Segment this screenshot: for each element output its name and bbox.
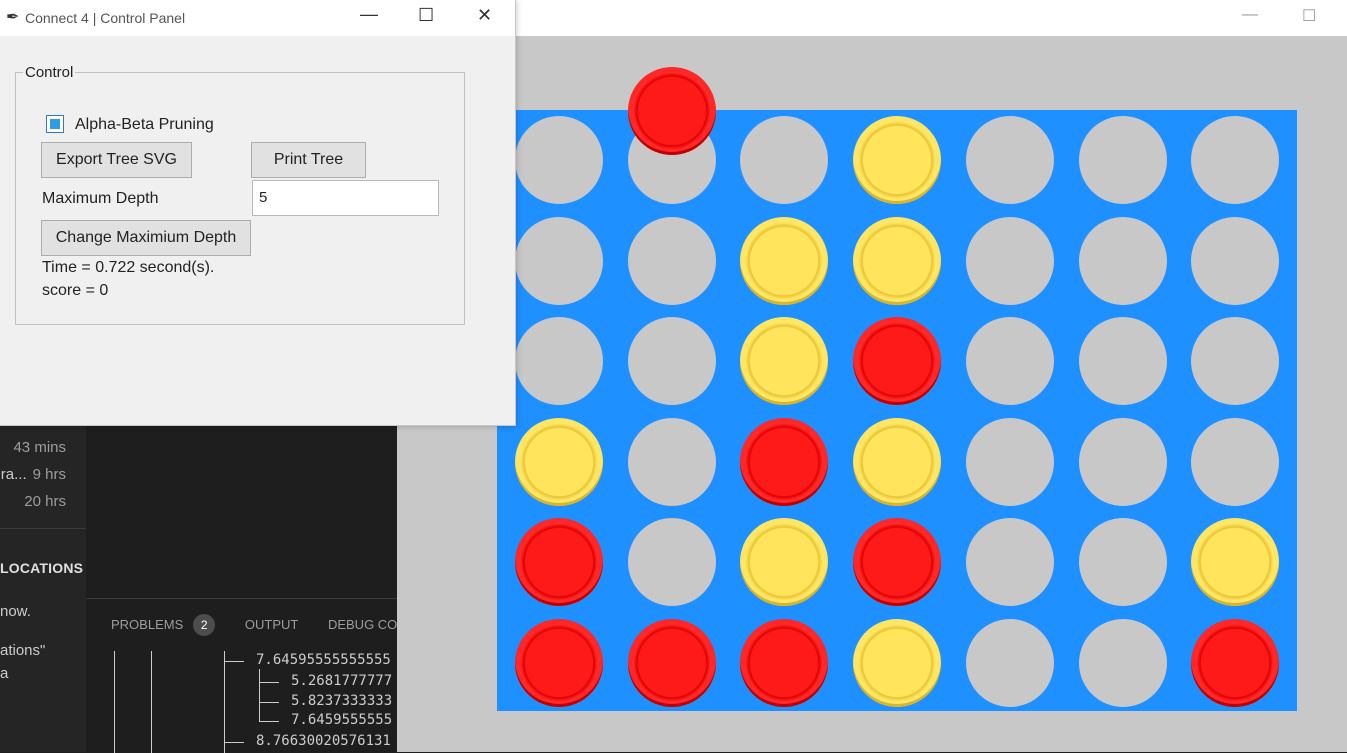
- time-text: Time = 0.722 second(s).: [42, 259, 215, 276]
- empty-slot[interactable]: [965, 518, 1054, 606]
- board-titlebar: — ☐: [397, 0, 1347, 36]
- empty-slot[interactable]: [965, 317, 1054, 405]
- control-panel-titlebar: ✒ Connect 4 | Control Panel — ☐ ✕: [0, 0, 515, 36]
- print-tree-button[interactable]: Print Tree: [251, 142, 366, 178]
- empty-slot[interactable]: [1078, 116, 1167, 204]
- problems-count-badge: 2: [193, 614, 216, 636]
- yellow-piece[interactable]: [740, 216, 829, 305]
- hover-piece[interactable]: [627, 67, 716, 155]
- maximize-icon[interactable]: ☐: [418, 5, 434, 26]
- recent-item-time[interactable]: 20 hrs: [24, 493, 66, 510]
- empty-slot[interactable]: [965, 417, 1054, 506]
- recent-item-name: ra...: [0, 466, 27, 483]
- max-depth-label: Maximum Depth: [42, 190, 159, 207]
- tree-line: [259, 682, 279, 683]
- yellow-piece[interactable]: [740, 317, 829, 405]
- locations-section-title: LOCATIONS: [0, 560, 84, 576]
- feather-icon: ✒: [6, 9, 20, 26]
- empty-slot[interactable]: [1191, 317, 1280, 405]
- editor-area: [86, 400, 397, 600]
- empty-slot[interactable]: [740, 116, 829, 204]
- minimize-icon[interactable]: —: [360, 4, 378, 25]
- pruning-checkbox[interactable]: [46, 115, 64, 133]
- terminal-line: 7.6459555555: [291, 712, 393, 728]
- empty-slot[interactable]: [1191, 116, 1280, 204]
- empty-slot[interactable]: [965, 618, 1054, 707]
- close-icon[interactable]: ✕: [477, 5, 492, 26]
- yellow-piece[interactable]: [515, 417, 603, 506]
- locations-text: ations": [0, 642, 46, 659]
- red-piece[interactable]: [853, 317, 942, 405]
- red-piece[interactable]: [1191, 618, 1280, 707]
- empty-slot[interactable]: [627, 518, 716, 606]
- red-piece[interactable]: [627, 618, 716, 707]
- yellow-piece[interactable]: [853, 618, 942, 707]
- minimize-icon[interactable]: —: [1242, 6, 1258, 24]
- panel-tabs: PROBLEMS 2 OUTPUT DEBUG CON: [111, 614, 397, 636]
- pruning-label[interactable]: Alpha-Beta Pruning: [75, 116, 214, 134]
- divider: [0, 528, 86, 529]
- empty-slot[interactable]: [515, 216, 603, 305]
- maximize-icon[interactable]: ☐: [1302, 6, 1316, 26]
- yellow-piece[interactable]: [853, 116, 942, 204]
- yellow-piece[interactable]: [740, 518, 829, 606]
- empty-slot[interactable]: [1078, 317, 1167, 405]
- yellow-piece[interactable]: [853, 417, 942, 506]
- red-piece[interactable]: [740, 618, 829, 707]
- empty-slot[interactable]: [627, 216, 716, 305]
- empty-slot[interactable]: [1078, 216, 1167, 305]
- terminal-line: 5.2681777777: [291, 673, 393, 689]
- tab-problems[interactable]: PROBLEMS 2: [111, 614, 216, 636]
- recent-item-time[interactable]: ra... 9 hrs: [1, 466, 66, 483]
- window-title: Connect 4 | Control Panel: [25, 10, 186, 26]
- game-board[interactable]: [497, 110, 1297, 711]
- vscode-sidebar: 43 mins ra... 9 hrs 20 hrs LOCATIONS now.…: [0, 400, 86, 752]
- terminal-line: 8.76630020576131: [256, 733, 391, 749]
- empty-slot[interactable]: [1191, 216, 1280, 305]
- checkbox-check-icon: [50, 119, 60, 129]
- tab-output[interactable]: OUTPUT: [245, 617, 298, 632]
- locations-text: a: [0, 665, 9, 682]
- tree-line: [224, 661, 244, 662]
- empty-slot[interactable]: [1078, 618, 1167, 707]
- empty-slot[interactable]: [1078, 518, 1167, 606]
- red-piece[interactable]: [740, 417, 829, 506]
- recent-item-time-value: 9 hrs: [32, 466, 66, 483]
- tree-line: [151, 651, 152, 753]
- red-piece[interactable]: [515, 618, 603, 707]
- empty-slot[interactable]: [515, 317, 603, 405]
- empty-slot[interactable]: [627, 317, 716, 405]
- terminal-line: 7.64595555555555: [256, 652, 391, 668]
- change-depth-button[interactable]: Change Maximium Depth: [41, 220, 251, 256]
- score-text: score = 0: [42, 282, 109, 299]
- empty-slot[interactable]: [1078, 417, 1167, 506]
- empty-slot[interactable]: [515, 116, 603, 204]
- bottom-panel: PROBLEMS2 OUTPUT DEBUG CON 7.64595555555…: [86, 598, 397, 753]
- yellow-piece[interactable]: [1191, 518, 1280, 606]
- yellow-piece[interactable]: [853, 216, 942, 305]
- export-tree-svg-button[interactable]: Export Tree SVG: [41, 142, 192, 178]
- tab-debug-console[interactable]: DEBUG CON: [328, 617, 397, 632]
- tree-line: [259, 669, 260, 721]
- red-piece[interactable]: [515, 518, 603, 606]
- board-window: — ☐: [397, 0, 1347, 752]
- tree-line: [114, 651, 115, 753]
- tab-problems-label: PROBLEMS: [111, 617, 184, 632]
- tree-line: [224, 742, 244, 743]
- red-piece[interactable]: [853, 518, 942, 606]
- empty-slot[interactable]: [1191, 417, 1280, 506]
- empty-slot[interactable]: [627, 417, 716, 506]
- terminal-line: 5.8237333333: [291, 693, 393, 709]
- locations-text: now.: [0, 603, 31, 620]
- tree-line: [259, 702, 279, 703]
- tree-line: [259, 721, 279, 722]
- recent-item-time[interactable]: 43 mins: [13, 439, 66, 456]
- tree-line: [224, 651, 225, 753]
- empty-slot[interactable]: [965, 116, 1054, 204]
- max-depth-input[interactable]: 5: [252, 180, 439, 216]
- empty-slot[interactable]: [965, 216, 1054, 305]
- control-group-label: Control: [23, 64, 76, 81]
- control-panel-window: ✒ Connect 4 | Control Panel — ☐ ✕ Contro…: [0, 0, 516, 426]
